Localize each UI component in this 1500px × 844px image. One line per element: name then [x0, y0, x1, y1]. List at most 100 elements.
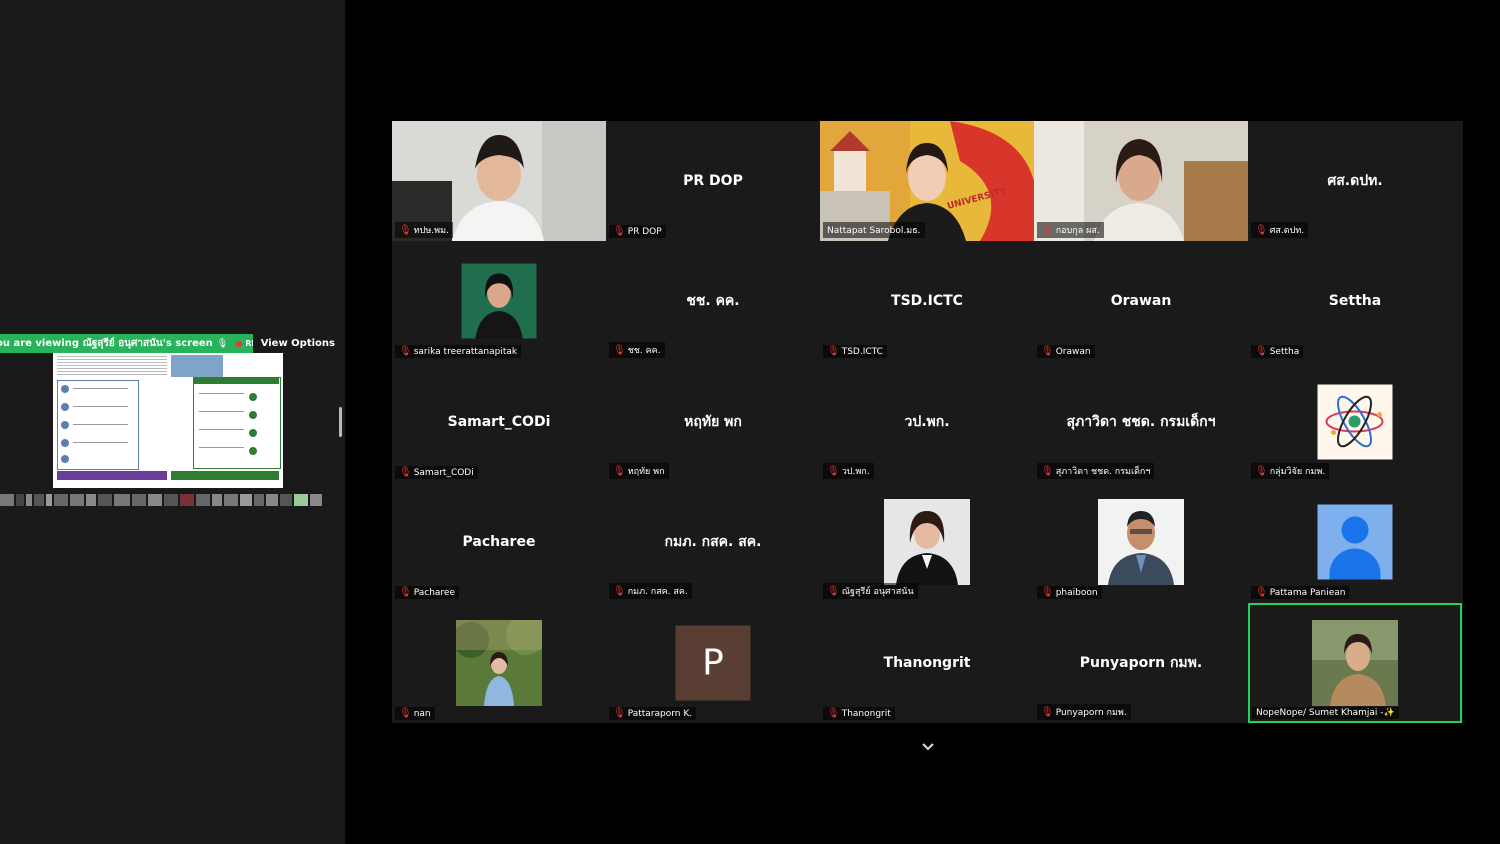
participant-tile[interactable]: UNIVERSITY Nattapat Sarobol.มธ. [820, 121, 1034, 241]
participant-display-name: Settha [1328, 293, 1382, 309]
participant-tile[interactable]: สุภาวิดา ชชด. กรมเด็กฯ 🎙 สุภาวิดา ชชด. ก… [1034, 362, 1248, 482]
participant-display-name: PR DOP [683, 173, 743, 189]
doc-text-line [73, 442, 128, 443]
participant-name: Pattaraporn K. [627, 708, 693, 719]
microphone-muted-icon: 🎙 [1041, 465, 1054, 477]
participant-name: NopeNope/ Sumet Khamjai -✨ [1256, 708, 1395, 718]
participant-name: ศส.ดปท. [1269, 226, 1305, 236]
participant-display-name: สุภาวิดา ชชด. กรมเด็กฯ [1066, 414, 1216, 430]
view-options-button[interactable]: View Options [252, 334, 337, 353]
participant-tile[interactable]: Pacharee 🎙 Pacharee [392, 482, 606, 602]
doc-bullet-icon [61, 439, 69, 447]
participant-display-name: Samart_CODi [447, 414, 551, 430]
participant-name: Orawan [1055, 346, 1091, 357]
participant-tile[interactable]: วป.พก. 🎙 วป.พก. [820, 362, 1034, 482]
participant-name: TSD.ICTC [841, 346, 883, 357]
microphone-muted-icon: 🎙 [1041, 706, 1054, 718]
microphone-muted-icon: 🎙 [399, 708, 412, 719]
participant-avatar [1098, 499, 1184, 585]
panel-resize-handle[interactable] [339, 407, 342, 437]
participant-tile[interactable]: Thanongrit 🎙 Thanongrit [820, 603, 1034, 723]
participant-tile[interactable]: 🎙 phaiboon [1034, 482, 1248, 602]
participant-name: ชช. คค. [627, 346, 661, 356]
participant-tile[interactable]: Punyaporn กมพ. 🎙 Punyaporn กมพ. [1034, 603, 1248, 723]
participant-name: Samart_CODi [413, 467, 474, 478]
participant-name: วป.พก. [841, 467, 870, 477]
participant-avatar [884, 499, 970, 585]
participant-name: กลุ่มวิจัย กมพ. [1269, 467, 1326, 477]
participant-tile[interactable]: Settha 🎙 Settha [1248, 241, 1462, 361]
participant-initial-avatar: P [675, 625, 751, 701]
microphone-muted-icon: 🎙 [399, 467, 412, 478]
participant-avatar [461, 263, 537, 339]
microphone-muted-icon: 🎙 [1041, 346, 1054, 357]
participant-name: Punyaporn กมพ. [1055, 708, 1127, 718]
doc-text-line [199, 447, 244, 448]
participant-name: กอบกุล ผส. [1055, 226, 1100, 236]
shared-doc-header [57, 356, 167, 376]
participant-tile[interactable]: PR DOP 🎙 PR DOP [606, 121, 820, 241]
participant-label: 🎙 หฤทัย พก [609, 463, 669, 479]
participant-tile[interactable]: Orawan 🎙 Orawan [1034, 241, 1248, 361]
participant-label: 🎙 ศส.ดปท. [1251, 222, 1309, 238]
participant-label: 🎙 กอบกุล ผส. [1037, 222, 1104, 238]
doc-text-line [199, 429, 244, 430]
mic-icon: 🎙 [216, 338, 229, 349]
shared-doc-column [139, 380, 191, 468]
participant-tile[interactable]: P 🎙 Pattaraporn K. [606, 603, 820, 723]
share-status-bar: ou are viewing ณัฐสุรีย์ อนุศาสนัน's scr… [0, 334, 337, 353]
default-user-icon [1317, 504, 1393, 580]
microphone-muted-icon: 🎙 [827, 346, 840, 357]
doc-bullet-icon [249, 447, 257, 455]
microphone-muted-icon: 🎙 [1041, 224, 1054, 236]
participant-tile[interactable]: 🎙 sarika treerattanapitak [392, 241, 606, 361]
chevron-down-icon[interactable] [920, 739, 936, 755]
participant-tile[interactable]: 🎙 ทปษ.พม. [392, 121, 606, 241]
participant-display-name: ชช. คค. [686, 293, 740, 309]
microphone-muted-icon: 🎙 [613, 585, 626, 597]
participant-label: 🎙 Settha [1251, 345, 1304, 358]
microphone-muted-icon: 🎙 [613, 708, 626, 719]
participant-name: หฤทัย พก [627, 467, 665, 477]
participant-tile[interactable]: กมภ. กสค. สค. 🎙 กมภ. กสค. สค. [606, 482, 820, 602]
share-viewing-text: ou are viewing ณัฐสุรีย์ อนุศาสนัน's scr… [0, 338, 213, 349]
view-options-label: View Options [260, 338, 335, 349]
participant-display-name: Orawan [1110, 293, 1172, 309]
microphone-muted-icon: 🎙 [613, 465, 626, 477]
participant-tile[interactable]: 🎙 Pattama Paniean [1248, 482, 1462, 602]
participant-display-name: TSD.ICTC [891, 293, 963, 309]
doc-text-line [199, 393, 244, 394]
doc-text-line [73, 424, 128, 425]
participant-label: 🎙 sarika treerattanapitak [395, 345, 522, 358]
participant-tile[interactable]: 🎙 กลุ่มวิจัย กมพ. [1248, 362, 1462, 482]
participant-tile[interactable]: หฤทัย พก 🎙 หฤทัย พก [606, 362, 820, 482]
participant-tile[interactable]: TSD.ICTC 🎙 TSD.ICTC [820, 241, 1034, 361]
participant-name: ณัฐสุรีย์ อนุศาสนัน [841, 587, 914, 597]
participant-label: 🎙 ชช. คค. [609, 342, 665, 358]
doc-bullet-icon [61, 455, 69, 463]
shared-screen-preview[interactable] [53, 353, 283, 488]
participant-tile[interactable]: 🎙 กอบกุล ผส. [1034, 121, 1248, 241]
participant-display-name: Punyaporn กมพ. [1079, 655, 1203, 671]
microphone-muted-icon: 🎙 [1255, 465, 1268, 477]
microphone-muted-icon: 🎙 [399, 346, 412, 357]
doc-bullet-icon [61, 403, 69, 411]
participant-tile[interactable]: 🎙 nan [392, 603, 606, 723]
screen-share-panel: ou are viewing ณัฐสุรีย์ อนุศาสนัน's scr… [0, 0, 345, 844]
participant-name: Thanongrit [841, 708, 891, 719]
participant-tile[interactable]: 🎙 ณัฐสุรีย์ อนุศาสนัน [820, 482, 1034, 602]
participant-name: PR DOP [627, 226, 662, 237]
doc-bullet-icon [61, 421, 69, 429]
microphone-muted-icon: 🎙 [1255, 587, 1268, 598]
participant-label: NopeNope/ Sumet Khamjai -✨ [1252, 707, 1399, 719]
microphone-muted-icon: 🎙 [827, 585, 840, 597]
participant-tile[interactable]: ศส.ดปท. 🎙 ศส.ดปท. [1248, 121, 1462, 241]
participant-label: 🎙 Pattama Paniean [1251, 586, 1350, 599]
participant-tile-active-speaker[interactable]: NopeNope/ Sumet Khamjai -✨ [1248, 603, 1462, 723]
doc-bullet-icon [249, 429, 257, 437]
participant-tile[interactable]: Samart_CODi 🎙 Samart_CODi [392, 362, 606, 482]
microphone-muted-icon: 🎙 [1041, 587, 1054, 598]
participant-label: 🎙 กลุ่มวิจัย กมพ. [1251, 463, 1330, 479]
participant-tile[interactable]: ชช. คค. 🎙 ชช. คค. [606, 241, 820, 361]
participant-label: 🎙 วป.พก. [823, 463, 874, 479]
